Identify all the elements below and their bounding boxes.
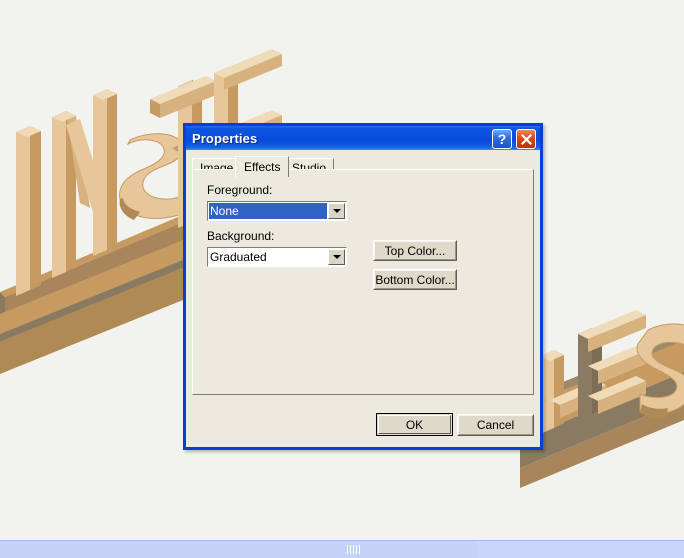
chevron-down-icon (332, 209, 341, 213)
properties-dialog[interactable]: Properties ? Image Effects Studio Foregr… (183, 123, 543, 450)
cancel-button[interactable]: Cancel (457, 414, 534, 436)
background-label: Background: (207, 229, 275, 243)
chevron-down-icon (332, 255, 341, 259)
bottom-color-button[interactable]: Bottom Color... (373, 269, 457, 290)
close-button[interactable] (516, 129, 536, 149)
tab-effects-label: Effects (244, 160, 281, 174)
help-button[interactable]: ? (492, 129, 512, 149)
dialog-titlebar[interactable]: Properties ? (183, 123, 543, 150)
background-combobox-value: Graduated (210, 250, 267, 264)
cancel-button-label: Cancel (476, 418, 515, 432)
scrollbar-thumb[interactable] (0, 541, 477, 558)
top-color-button[interactable]: Top Color... (373, 240, 457, 261)
foreground-label: Foreground: (207, 183, 273, 197)
bottom-color-button-label: Bottom Color... (375, 272, 455, 287)
dialog-title: Properties (192, 130, 258, 146)
background-combobox[interactable]: Graduated (207, 247, 347, 267)
close-x-icon (520, 133, 532, 145)
question-mark-icon: ? (497, 131, 507, 147)
effects-tab-panel: Foreground: None Background: Graduated T… (192, 169, 534, 395)
top-color-button-label: Top Color... (384, 243, 446, 258)
horizontal-scrollbar[interactable] (0, 540, 684, 558)
foreground-combobox[interactable]: None (207, 201, 347, 221)
ok-button-label: OK (405, 417, 424, 432)
scrollbar-grip-icon (347, 545, 361, 554)
foreground-dropdown-button[interactable] (328, 203, 345, 219)
foreground-combobox-value: None (209, 203, 327, 219)
background-dropdown-button[interactable] (328, 249, 345, 265)
tab-effects[interactable]: Effects (235, 156, 290, 177)
ok-button[interactable]: OK (376, 413, 453, 436)
letter-I (16, 126, 41, 296)
